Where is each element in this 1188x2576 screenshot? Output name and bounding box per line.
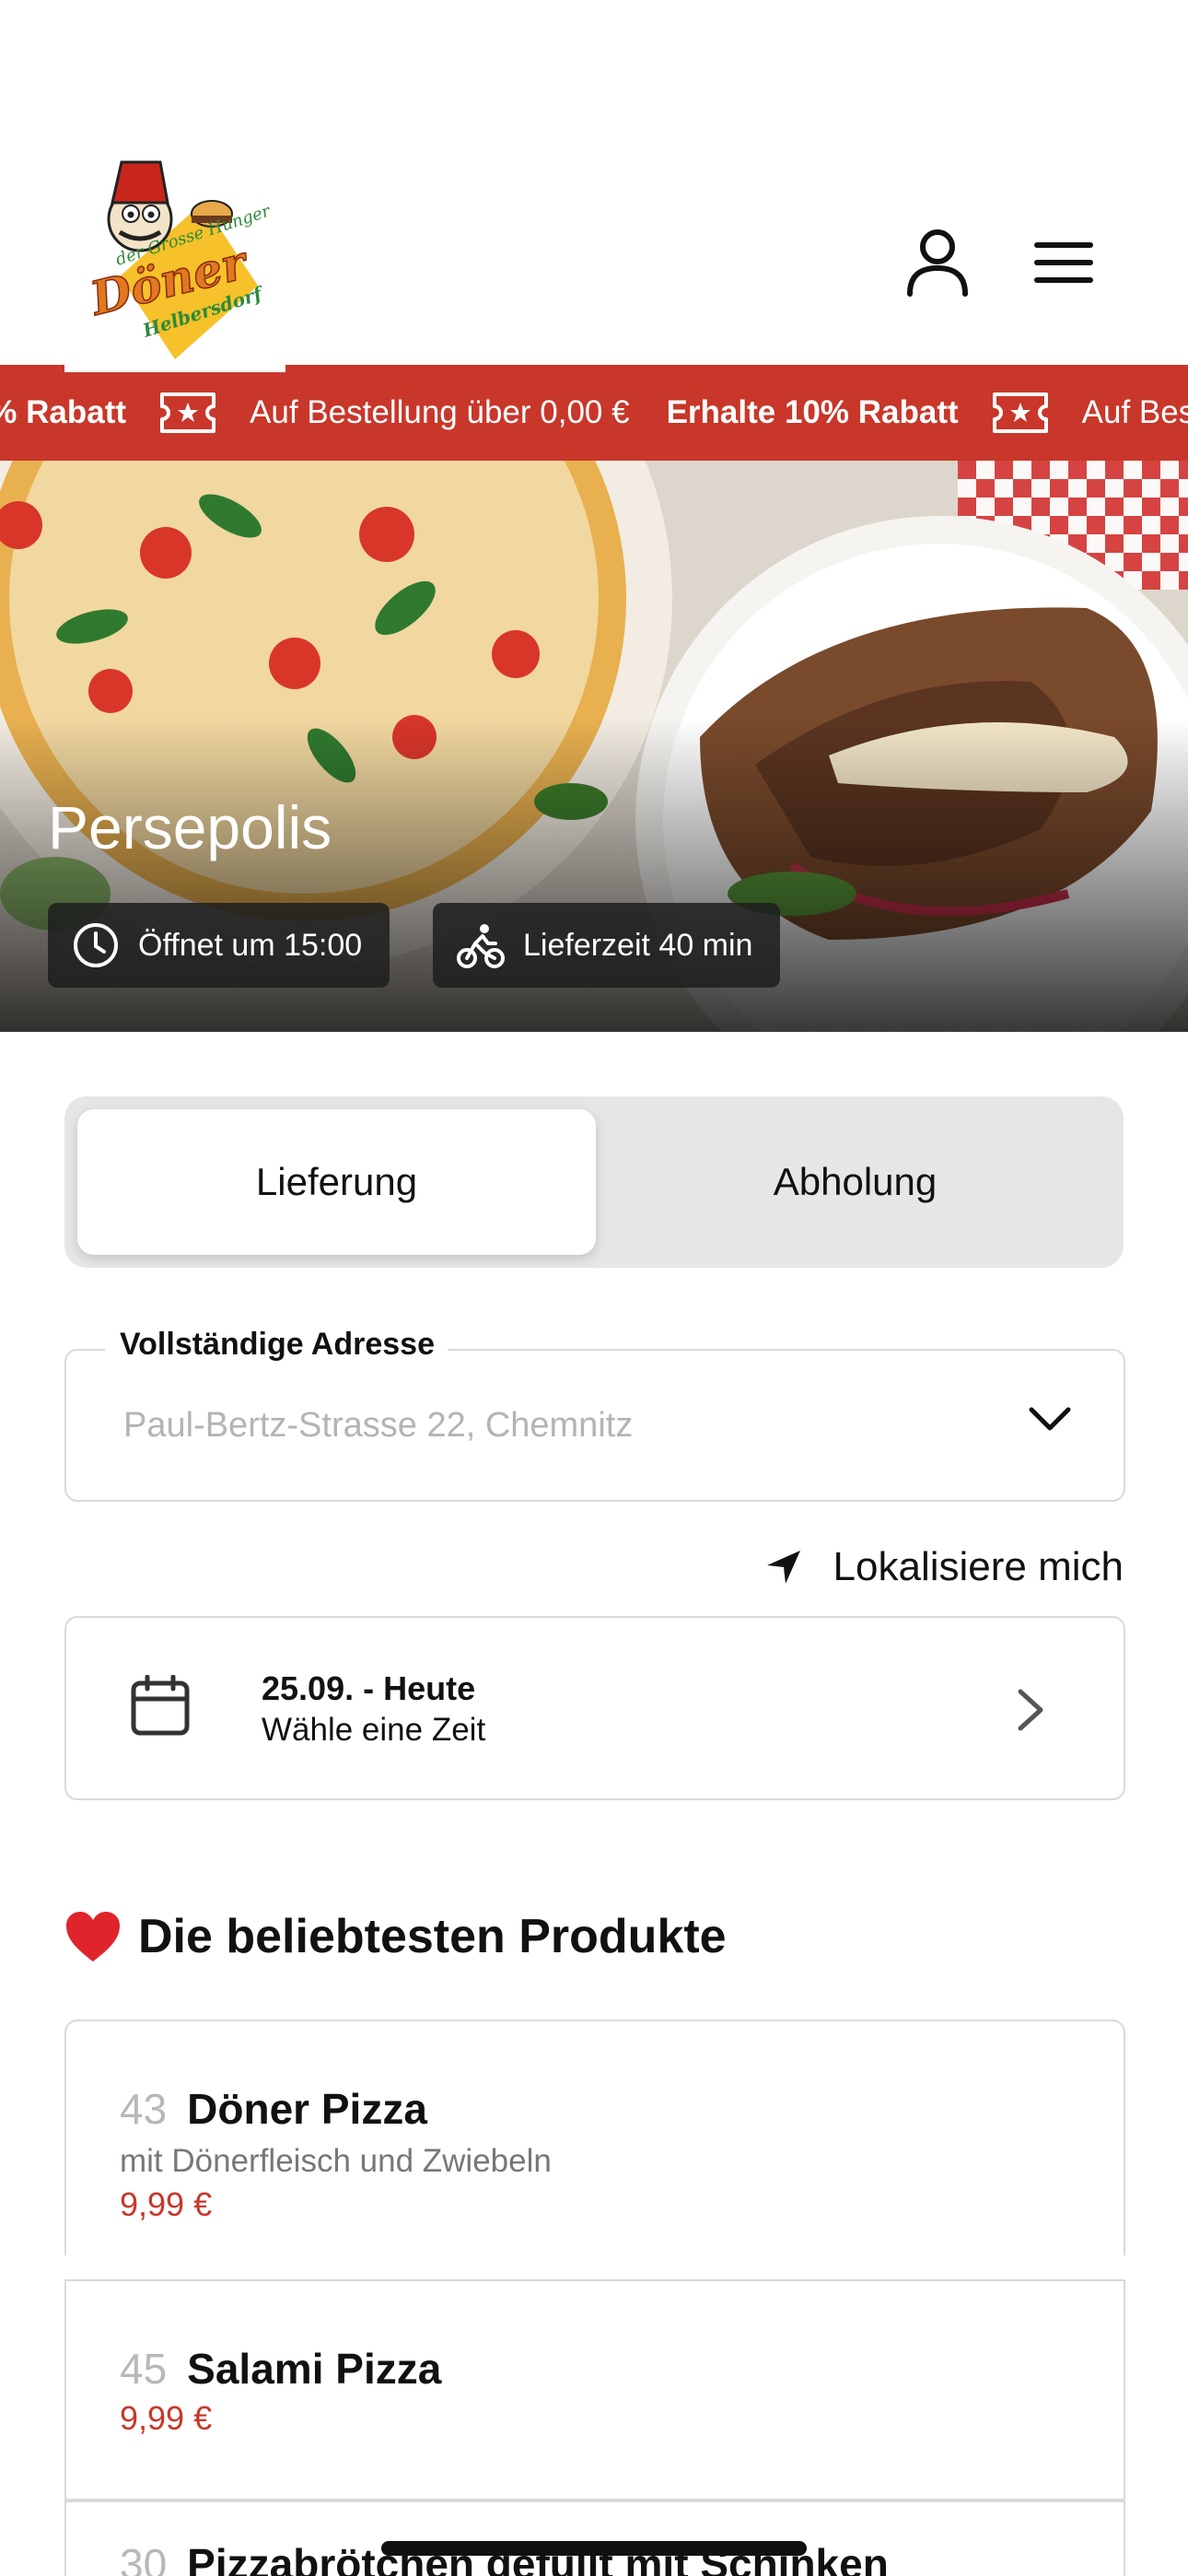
opening-time-chip: Öffnet um 15:00 [48,903,390,988]
address-input[interactable]: Paul-Bertz-Strasse 22, Chemnitz [123,1406,633,1446]
locate-me-button[interactable]: Lokalisiere mich [765,1544,1124,1590]
promo-ticker-track: Erhalte 10% Rabatt Auf Bestellung über 0… [0,365,1188,461]
chevron-right-icon [1017,1688,1044,1737]
product-header: 45 Salami Pizza [120,2344,441,2394]
heart-icon [64,1910,122,1963]
product-card[interactable]: 43 Döner Pizza mit Dönerfleisch und Zwie… [64,2020,1125,2255]
locate-me-label: Lokalisiere mich [833,1544,1124,1589]
promo-bold-text: Erhalte 10% Rabatt [0,394,127,430]
clock-icon [72,921,120,969]
bike-courier-icon [457,921,505,969]
delivery-time-label: Lieferzeit 40 min [523,927,753,963]
product-name: Döner Pizza [187,2085,427,2133]
product-number: 43 [120,2085,168,2133]
calendar-icon [131,1674,190,1740]
promo-bold-text: Erhalte 10% Rabatt [666,394,959,430]
popular-products-title: Die beliebtesten Produkte [138,1910,727,1963]
promo-item: Erhalte 10% Rabatt Auf Bestellung über 0… [0,392,630,434]
restaurant-name: Persepolis [48,793,332,861]
delivery-time-chip: Lieferzeit 40 min [433,903,781,988]
product-number: 45 [120,2345,168,2393]
home-indicator[interactable] [381,2541,807,2556]
promo-regular-text: Auf Bestellung über 0,00 € [250,394,630,430]
product-description: mit Dönerfleisch und Zwiebeln [120,2143,552,2179]
ticket-star-icon [159,392,216,434]
product-card[interactable]: 45 Salami Pizza 9,99 € [64,2279,1125,2500]
opening-time-label: Öffnet um 15:00 [138,927,363,963]
address-label: Vollständige Adresse [105,1327,448,1363]
user-icon[interactable] [896,221,979,304]
schedule-date: 25.09. - Heute [262,1669,476,1707]
product-header: 43 Döner Pizza [120,2084,427,2134]
app-header: der Grosse Hunger Döner Helbersdorf [0,0,1188,372]
chevron-down-icon[interactable] [1028,1406,1072,1438]
popular-products-heading: Die beliebtesten Produkte [64,1909,727,1964]
promo-item: Erhalte 10% Rabatt Auf Bestellung über 0… [667,392,1188,434]
product-name: Salami Pizza [187,2345,442,2393]
product-price: 9,99 € [120,2185,213,2223]
ticket-star-icon [992,392,1049,434]
delivery-tab[interactable]: Lieferung [77,1109,596,1255]
doener-logo-image: der Grosse Hunger Döner Helbersdorf [83,160,274,359]
product-price: 9,99 € [120,2399,213,2437]
promo-ticker: Erhalte 10% Rabatt Auf Bestellung über 0… [0,365,1188,461]
product-number: 30 [120,2540,168,2576]
schedule-time-hint: Wähle eine Zeit [262,1712,486,1748]
schedule-time-picker[interactable]: 25.09. - Heute Wähle eine Zeit [64,1616,1125,1800]
product-card[interactable]: 30 Pizzabrötchen gefüllt mit Schinken [64,2500,1125,2576]
order-mode-toggle: Lieferung Abholung [64,1096,1124,1268]
hamburger-menu-icon[interactable] [1022,221,1105,304]
restaurant-hero: Persepolis Öffnet um 15:00 Lieferzeit 40… [0,461,1188,1032]
promo-regular-text: Auf Bestellung über 0,00 € [1081,394,1188,430]
restaurant-logo[interactable]: der Grosse Hunger Döner Helbersdorf [64,147,285,372]
location-arrow-icon [765,1549,802,1586]
pickup-tab[interactable]: Abholung [596,1109,1114,1255]
address-select[interactable]: Vollständige Adresse Paul-Bertz-Strasse … [64,1327,1125,1502]
